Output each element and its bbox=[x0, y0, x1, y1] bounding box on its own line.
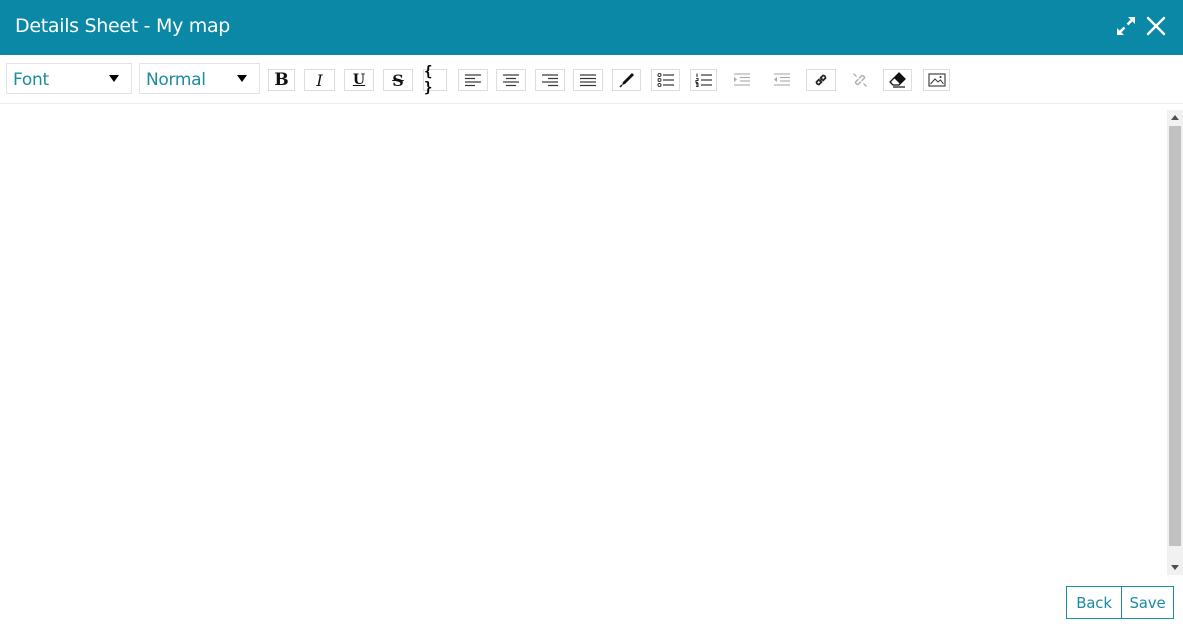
strikethrough-button[interactable]: S bbox=[383, 69, 413, 91]
scroll-thumb[interactable] bbox=[1169, 126, 1181, 546]
code-block-button[interactable]: { } bbox=[423, 64, 447, 96]
bold-button[interactable]: B bbox=[268, 69, 295, 91]
editor-content-area[interactable] bbox=[0, 104, 1167, 575]
bullet-list-button[interactable] bbox=[651, 69, 680, 91]
formatting-toolbar: Font Normal B I U S { } bbox=[0, 55, 1183, 104]
back-button[interactable]: Back bbox=[1066, 586, 1122, 619]
unlink-button[interactable] bbox=[847, 69, 872, 91]
text-color-button[interactable] bbox=[612, 69, 641, 91]
bold-icon: B bbox=[274, 70, 289, 90]
close-icon bbox=[1146, 16, 1166, 36]
outdent-button[interactable] bbox=[768, 69, 795, 91]
editor-scrollbar[interactable] bbox=[1167, 110, 1183, 575]
link-button[interactable] bbox=[806, 69, 836, 91]
align-center-icon bbox=[503, 74, 519, 87]
link-icon bbox=[815, 74, 827, 86]
size-select[interactable]: Normal bbox=[139, 63, 260, 94]
clear-format-button[interactable] bbox=[883, 69, 912, 91]
unlink-icon bbox=[852, 73, 867, 87]
clear-format-icon bbox=[888, 72, 906, 88]
underline-button[interactable]: U bbox=[344, 69, 374, 91]
scroll-down-arrow-icon[interactable] bbox=[1167, 559, 1183, 575]
scroll-up-arrow-icon[interactable] bbox=[1167, 110, 1183, 126]
indent-icon bbox=[733, 73, 750, 86]
outdent-icon bbox=[773, 73, 790, 86]
strikethrough-icon: S bbox=[392, 70, 404, 90]
align-right-button[interactable] bbox=[535, 69, 565, 91]
bullet-list-icon bbox=[657, 73, 674, 87]
text-color-icon bbox=[618, 73, 634, 88]
align-justify-icon bbox=[580, 74, 596, 87]
align-justify-button[interactable] bbox=[573, 69, 603, 91]
align-left-icon bbox=[465, 74, 481, 87]
code-block-icon: { } bbox=[424, 64, 433, 96]
chevron-down-icon bbox=[237, 75, 247, 82]
numbered-list-icon bbox=[694, 73, 712, 87]
maximize-button[interactable] bbox=[1115, 15, 1137, 37]
align-center-button[interactable] bbox=[496, 69, 526, 91]
align-left-button[interactable] bbox=[458, 69, 488, 91]
font-select[interactable]: Font bbox=[6, 63, 132, 94]
font-select-label: Font bbox=[13, 70, 49, 90]
italic-button[interactable]: I bbox=[304, 69, 335, 91]
underline-icon: U bbox=[352, 72, 366, 88]
italic-icon: I bbox=[316, 70, 323, 90]
numbered-list-button[interactable] bbox=[690, 69, 717, 91]
size-select-label: Normal bbox=[146, 70, 206, 90]
close-button[interactable] bbox=[1145, 15, 1167, 37]
align-right-icon bbox=[542, 74, 558, 87]
image-icon bbox=[927, 73, 946, 87]
save-button[interactable]: Save bbox=[1121, 586, 1174, 619]
dialog-title: Details Sheet - My map bbox=[15, 15, 231, 37]
expand-icon bbox=[1117, 17, 1135, 35]
dialog-header: Details Sheet - My map bbox=[0, 0, 1183, 55]
image-button[interactable] bbox=[923, 69, 950, 91]
indent-button[interactable] bbox=[729, 69, 754, 91]
chevron-down-icon bbox=[109, 75, 119, 82]
